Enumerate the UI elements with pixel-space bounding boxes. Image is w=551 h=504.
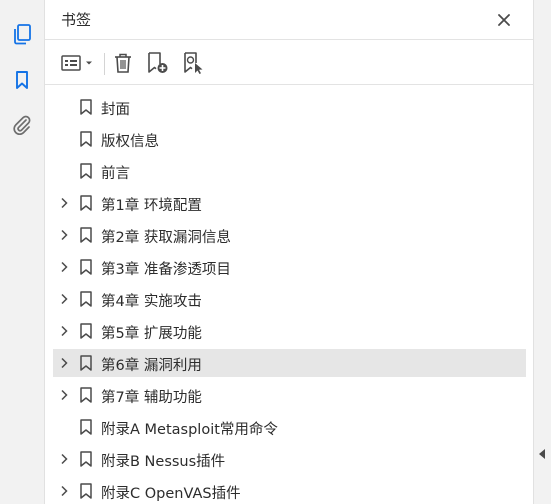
bookmark-icon [79, 419, 93, 435]
navigation-rail [0, 0, 45, 504]
bookmark-icon [79, 259, 93, 275]
close-icon[interactable] [494, 10, 514, 30]
bookmarks-toolbar [45, 41, 533, 85]
bookmark-label: 第5章 扩展功能 [101, 326, 202, 342]
bookmarks-panel: 书签 封面 版权信息 前言 第1章 环境配置 第2章 获取漏洞信息 第3章 准备… [45, 0, 533, 504]
panel-edge-strip [533, 0, 551, 504]
bookmark-label: 附录B Nessus插件 [101, 454, 226, 470]
chevron-right-icon[interactable] [57, 388, 71, 402]
chevron-right-icon[interactable] [57, 356, 71, 370]
bookmark-icon[interactable] [9, 67, 35, 93]
bookmark-icon [79, 291, 93, 307]
bookmark-icon [79, 323, 93, 339]
pages-icon[interactable] [9, 21, 35, 47]
bookmark-row[interactable]: 附录B Nessus插件 [53, 445, 526, 473]
collapse-pane-arrow-icon[interactable] [539, 449, 545, 459]
delete-icon[interactable] [111, 50, 135, 76]
attachment-icon[interactable] [9, 112, 35, 138]
bookmark-icon [79, 195, 93, 211]
chevron-right-icon[interactable] [57, 228, 71, 242]
bookmark-label: 附录C OpenVAS插件 [101, 486, 241, 502]
bookmark-icon [79, 227, 93, 243]
bookmark-label: 第1章 环境配置 [101, 198, 202, 214]
bookmark-row[interactable]: 第7章 辅助功能 [53, 381, 526, 409]
bookmark-row[interactable]: 第2章 获取漏洞信息 [53, 221, 526, 249]
bookmark-icon [79, 355, 93, 371]
chevron-right-icon[interactable] [57, 324, 71, 338]
bookmark-row[interactable]: 前言 [53, 157, 526, 185]
toolbar-separator [104, 53, 105, 75]
bookmark-row[interactable]: 封面 [53, 93, 526, 121]
bookmark-label: 第6章 漏洞利用 [101, 358, 202, 374]
bookmark-label: 附录A Metasploit常用命令 [101, 422, 278, 438]
bookmark-row[interactable]: 第5章 扩展功能 [53, 317, 526, 345]
chevron-right-icon[interactable] [57, 196, 71, 210]
bookmark-icon [79, 163, 93, 179]
bookmark-icon [79, 387, 93, 403]
bookmark-icon [79, 131, 93, 147]
bookmark-row[interactable]: 第3章 准备渗透项目 [53, 253, 526, 281]
chevron-right-icon[interactable] [57, 452, 71, 466]
bookmark-label: 前言 [101, 166, 130, 182]
options-menu-icon[interactable] [60, 50, 96, 76]
chevron-right-icon[interactable] [57, 292, 71, 306]
chevron-right-icon[interactable] [57, 260, 71, 274]
new-bookmark-from-selection-icon[interactable] [181, 50, 207, 76]
bookmarks-navigation-pane: 书签 封面 版权信息 前言 第1章 环境配置 第2章 获取漏洞信息 第3章 准备… [0, 0, 551, 504]
bookmark-label: 第2章 获取漏洞信息 [101, 230, 231, 246]
bookmark-icon [79, 451, 93, 467]
bookmark-label: 第7章 辅助功能 [101, 390, 202, 406]
new-bookmark-icon[interactable] [145, 50, 171, 76]
bookmark-label: 第3章 准备渗透项目 [101, 262, 231, 278]
bookmark-icon [79, 99, 93, 115]
bookmark-row[interactable]: 第4章 实施攻击 [53, 285, 526, 313]
bookmark-label: 第4章 实施攻击 [101, 294, 202, 310]
panel-title: 书签 [61, 11, 92, 29]
chevron-right-icon[interactable] [57, 484, 71, 498]
bookmark-row[interactable]: 第1章 环境配置 [53, 189, 526, 217]
bookmark-row[interactable]: 附录A Metasploit常用命令 [53, 413, 526, 441]
bookmark-icon [79, 483, 93, 499]
bookmark-row-selected[interactable]: 第6章 漏洞利用 [53, 349, 526, 377]
bookmark-row[interactable]: 版权信息 [53, 125, 526, 153]
bookmark-label: 版权信息 [101, 134, 159, 150]
bookmark-row[interactable]: 附录C OpenVAS插件 [53, 477, 526, 504]
bookmark-label: 封面 [101, 102, 130, 118]
panel-header: 书签 [45, 0, 533, 40]
